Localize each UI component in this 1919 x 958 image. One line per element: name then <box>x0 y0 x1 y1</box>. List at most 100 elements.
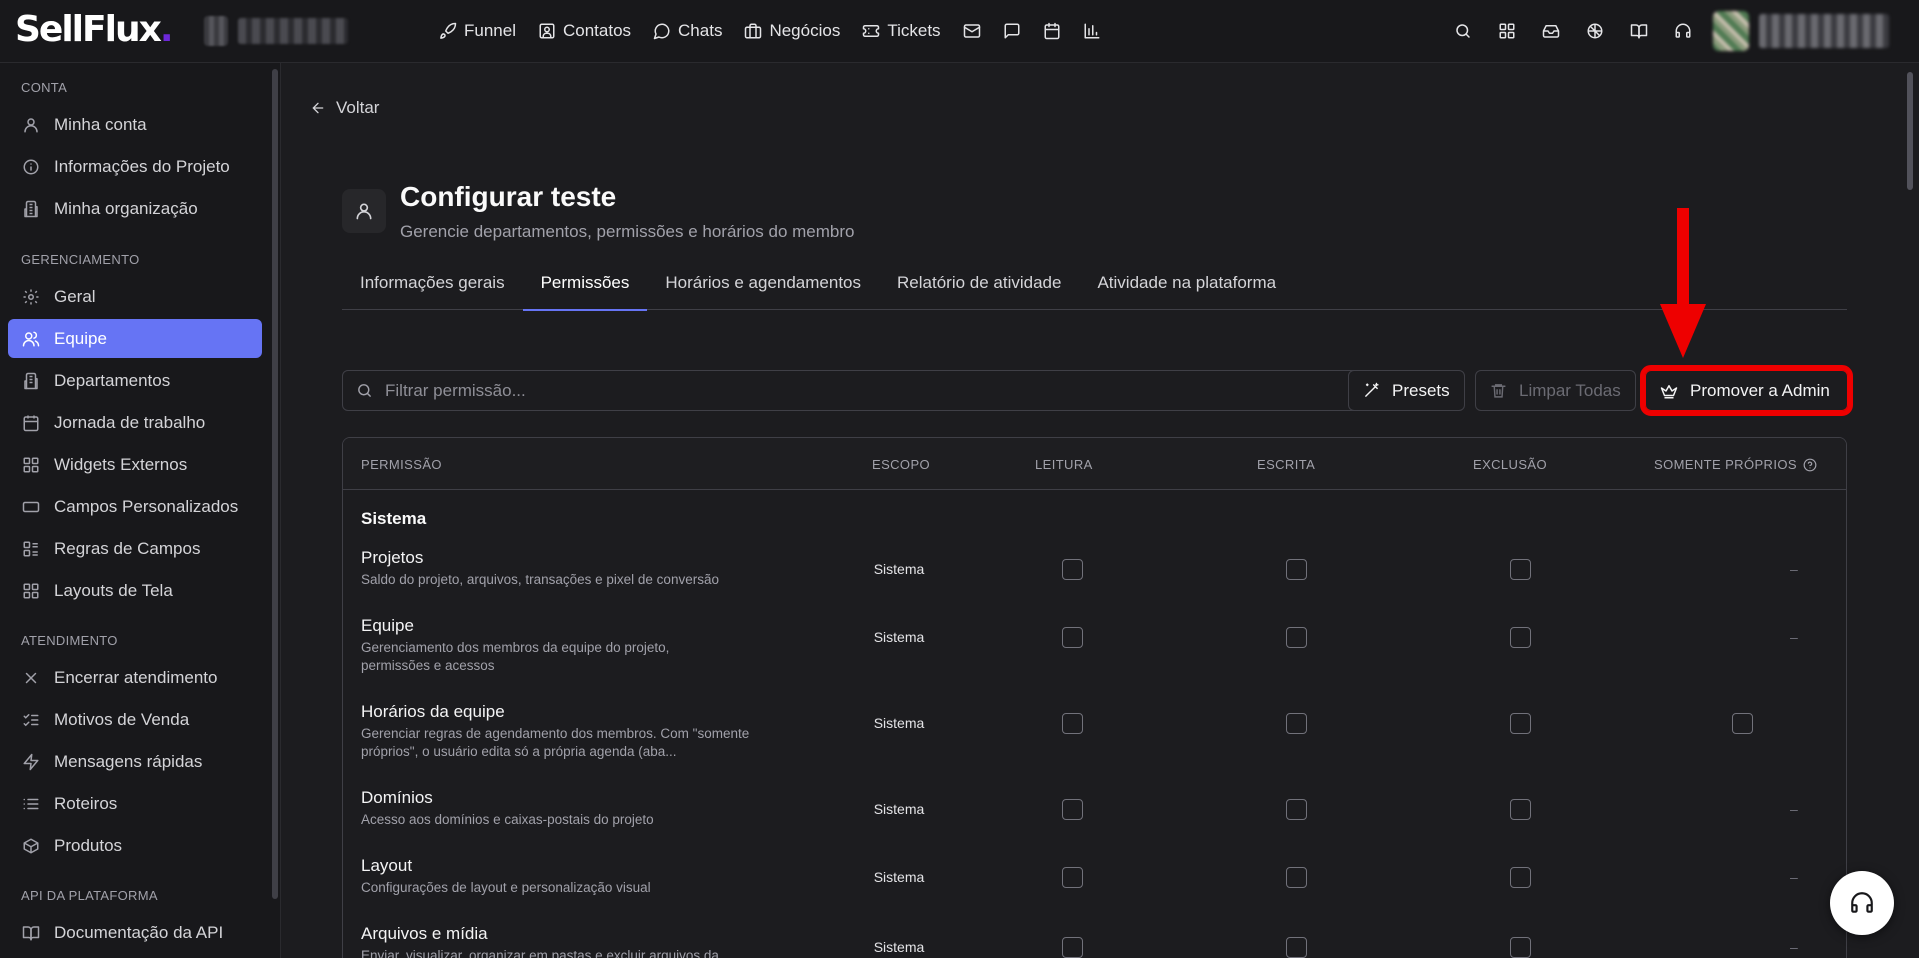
write-checkbox[interactable] <box>1286 937 1307 958</box>
read-checkbox[interactable] <box>1062 559 1083 580</box>
clear-all-label: Limpar Todas <box>1519 380 1621 400</box>
global-search-button[interactable] <box>1441 10 1485 52</box>
sidebar-item-widgets-externos[interactable]: Widgets Externos <box>8 445 262 484</box>
delete-checkbox[interactable] <box>1510 867 1531 888</box>
ai-button[interactable] <box>1573 10 1617 52</box>
delete-checkbox[interactable] <box>1510 627 1531 648</box>
read-checkbox[interactable] <box>1062 937 1083 958</box>
user-icon <box>356 203 372 220</box>
tab-atividade-plataforma[interactable]: Atividade na plataforma <box>1079 265 1294 310</box>
sidebar-item-produtos[interactable]: Produtos <box>8 826 262 865</box>
delete-checkbox[interactable] <box>1510 937 1531 958</box>
permission-description: Gerenciamento dos membros da equipe do p… <box>361 640 670 673</box>
briefcase-icon <box>745 23 762 39</box>
mail-icon <box>963 24 980 38</box>
permission-description: Enviar, visualizar, organizar em pastas … <box>361 948 719 958</box>
sidebar-item-mensagens-rapidas[interactable]: Mensagens rápidas <box>8 742 262 781</box>
sidebar-scrollbar[interactable] <box>272 69 278 899</box>
list-icon <box>23 798 39 809</box>
tab-relatorio-atividade[interactable]: Relatório de atividade <box>879 265 1079 310</box>
read-checkbox[interactable] <box>1062 867 1083 888</box>
sidebar-item-label: Encerrar atendimento <box>54 667 218 687</box>
book-open-icon <box>1630 24 1648 39</box>
docs-button[interactable] <box>1617 10 1661 52</box>
nav-calendar-button[interactable] <box>1032 14 1072 48</box>
tab-horarios-agendamentos[interactable]: Horários e agendamentos <box>647 265 879 310</box>
sidebar-item-label: Documentação da API <box>54 922 224 942</box>
nav-reports-button[interactable] <box>1072 14 1112 48</box>
sidebar-item-label: Campos Personalizados <box>54 496 239 516</box>
own-only-checkbox[interactable] <box>1732 713 1753 734</box>
delete-checkbox[interactable] <box>1510 713 1531 734</box>
member-tabs: Informações gerais Permissões Horários e… <box>342 265 1847 311</box>
sidebar-item-geral[interactable]: Geral <box>8 277 262 316</box>
nav-contatos-label: Contatos <box>562 21 632 40</box>
tab-informacoes-gerais[interactable]: Informações gerais <box>342 265 523 310</box>
sidebar-item-minha-organizacao[interactable]: Minha organização <box>8 189 262 228</box>
message-square-icon <box>1004 23 1020 39</box>
nav-messages-button[interactable] <box>992 14 1032 48</box>
delete-checkbox[interactable] <box>1510 559 1531 580</box>
permission-filter <box>342 370 1367 411</box>
delete-checkbox[interactable] <box>1510 799 1531 820</box>
project-name-redacted <box>238 18 348 44</box>
sidebar-item-label: Widgets Externos <box>54 454 188 474</box>
calendar-icon <box>23 415 39 431</box>
tab-permissoes[interactable]: Permissões <box>522 265 648 311</box>
nav-negocios[interactable]: Negócios <box>733 14 851 48</box>
contact-card-icon <box>539 23 555 39</box>
inbox-button[interactable] <box>1529 10 1573 52</box>
apps-button[interactable] <box>1485 10 1529 52</box>
permission-name: Domínios <box>361 788 433 807</box>
building-icon <box>24 200 38 217</box>
info-icon <box>23 159 39 174</box>
nav-funnel[interactable]: Funnel <box>428 14 527 48</box>
sidebar-item-departamentos[interactable]: Departamentos <box>8 361 262 400</box>
building-icon <box>24 372 38 389</box>
write-checkbox[interactable] <box>1286 713 1307 734</box>
write-checkbox[interactable] <box>1286 867 1307 888</box>
sidebar-item-minha-conta[interactable]: Minha conta <box>8 105 262 144</box>
headset-icon <box>1851 892 1873 913</box>
permission-search-input[interactable] <box>385 380 1335 401</box>
sidebar-item-documentacao-api[interactable]: Documentação da API <box>8 913 262 952</box>
presets-button[interactable]: Presets <box>1348 370 1465 411</box>
rocket-icon <box>440 22 457 39</box>
apps-grid-icon <box>1499 23 1515 39</box>
sidebar-item-layouts-tela[interactable]: Layouts de Tela <box>8 571 262 610</box>
read-checkbox[interactable] <box>1062 713 1083 734</box>
headset-icon <box>1675 23 1691 38</box>
write-checkbox[interactable] <box>1286 627 1307 648</box>
sellflux-logo[interactable]: SellFlux. <box>15 12 173 48</box>
back-link[interactable]: Voltar <box>310 98 379 118</box>
user-name-redacted[interactable] <box>1759 14 1889 48</box>
sidebar-item-regras-campos[interactable]: Regras de Campos <box>8 529 262 568</box>
support-chat-button[interactable] <box>1830 871 1894 935</box>
clear-all-button[interactable]: Limpar Todas <box>1475 370 1636 411</box>
nav-mail-button[interactable] <box>952 14 992 48</box>
permission-scope: Sistema <box>873 629 925 645</box>
user-avatar[interactable] <box>1713 11 1749 51</box>
main-scrollbar[interactable] <box>1907 72 1913 190</box>
sidebar-item-jornada-trabalho[interactable]: Jornada de trabalho <box>8 403 262 442</box>
read-checkbox[interactable] <box>1062 627 1083 648</box>
sidebar-item-informacoes-projeto[interactable]: Informações do Projeto <box>8 147 262 186</box>
nav-chats[interactable]: Chats <box>642 14 733 48</box>
read-checkbox[interactable] <box>1062 799 1083 820</box>
project-selector[interactable] <box>200 14 390 48</box>
sidebar-item-motivos-venda[interactable]: Motivos de Venda <box>8 700 262 739</box>
support-button[interactable] <box>1661 10 1705 52</box>
nav-tickets[interactable]: Tickets <box>851 14 951 48</box>
sidebar-item-roteiros[interactable]: Roteiros <box>8 784 262 823</box>
sidebar-item-equipe[interactable]: Equipe <box>8 319 262 358</box>
col-permissao: PERMISSÃO <box>361 457 442 472</box>
help-circle-icon[interactable] <box>1803 458 1817 472</box>
crown-icon <box>1660 384 1678 398</box>
sidebar-item-encerrar-atendimento[interactable]: Encerrar atendimento <box>8 658 262 697</box>
promote-admin-button[interactable]: Promover a Admin <box>1640 365 1853 416</box>
write-checkbox[interactable] <box>1286 799 1307 820</box>
settings-sidebar: CONTA Minha conta Informações do Projeto… <box>0 63 281 958</box>
write-checkbox[interactable] <box>1286 559 1307 580</box>
sidebar-item-campos-personalizados[interactable]: Campos Personalizados <box>8 487 262 526</box>
nav-contatos[interactable]: Contatos <box>527 14 642 48</box>
